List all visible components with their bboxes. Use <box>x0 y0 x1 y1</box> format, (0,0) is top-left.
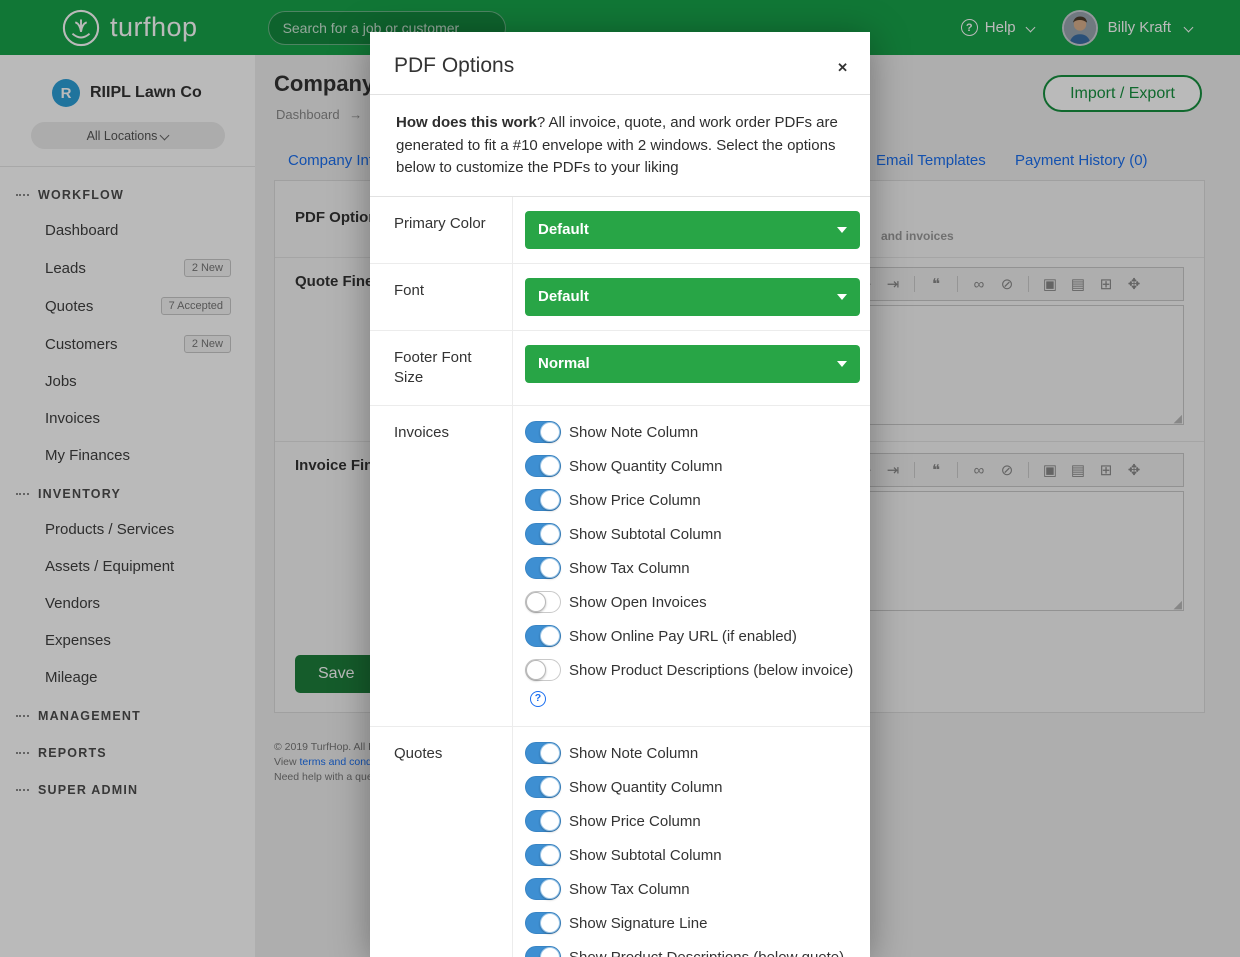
toggle-label: Show Tax Column <box>569 881 690 898</box>
modal-title: PDF Options <box>394 54 514 77</box>
toggle-row: Show Note Column <box>525 421 860 444</box>
toggle-knob <box>540 422 560 442</box>
intro-bold: How does this work <box>396 114 537 131</box>
close-icon[interactable]: ✕ <box>837 60 848 76</box>
selected-value: Normal <box>538 355 590 372</box>
caret-down-icon <box>837 361 847 367</box>
toggle-row: Show Product Descriptions (below quote) … <box>525 946 860 957</box>
quotes-label: Quotes <box>370 727 513 957</box>
toggle-label: Show Price Column <box>569 813 701 830</box>
toggle-row: Show Quantity Column <box>525 776 860 799</box>
toggle-label: Show Note Column <box>569 424 698 441</box>
toggle-knob <box>540 777 560 797</box>
toggle-knob <box>540 490 560 510</box>
app-window: turfhop ? Help Billy Kraft <box>0 0 1240 957</box>
selected-value: Default <box>538 221 589 238</box>
toggle-row: Show Quantity Column <box>525 455 860 478</box>
show-product-descriptions-quote-toggle[interactable] <box>525 946 561 957</box>
toggle-label: Show Quantity Column <box>569 458 722 475</box>
show-quantity-column-toggle[interactable] <box>525 455 561 477</box>
show-tax-column-toggle[interactable] <box>525 878 561 900</box>
toggle-label: Show Quantity Column <box>569 779 722 796</box>
toggle-label: Show Note Column <box>569 745 698 762</box>
toggle-row: Show Online Pay URL (if enabled) <box>525 625 860 648</box>
quotes-row: Quotes Show Note Column Show Quantity Co… <box>370 727 870 957</box>
primary-color-row: Primary Color Default <box>370 197 870 264</box>
toggle-row: Show Open Invoices <box>525 591 860 614</box>
toggle-knob <box>540 845 560 865</box>
show-price-column-toggle[interactable] <box>525 810 561 832</box>
show-tax-column-toggle[interactable] <box>525 557 561 579</box>
toggle-row: Show Subtotal Column <box>525 523 860 546</box>
toggle-row: Show Signature Line <box>525 912 860 935</box>
toggle-label: Show Open Invoices <box>569 594 707 611</box>
caret-down-icon <box>837 294 847 300</box>
toggle-row: Show Price Column <box>525 489 860 512</box>
toggle-knob <box>540 879 560 899</box>
toggle-row: Show Price Column <box>525 810 860 833</box>
toggle-knob <box>540 913 560 933</box>
help-question-icon[interactable]: ? <box>530 691 546 707</box>
show-online-pay-url-toggle[interactable] <box>525 625 561 647</box>
toggle-knob <box>540 558 560 578</box>
toggle-row: Show Tax Column <box>525 557 860 580</box>
invoices-label: Invoices <box>370 406 513 726</box>
toggle-row: Show Product Descriptions (below invoice… <box>525 659 860 707</box>
primary-color-select[interactable]: Default <box>525 211 860 249</box>
primary-color-label: Primary Color <box>370 197 513 263</box>
toggle-label: Show Tax Column <box>569 560 690 577</box>
toggle-label: Show Subtotal Column <box>569 526 722 543</box>
show-note-column-toggle[interactable] <box>525 421 561 443</box>
show-signature-line-toggle[interactable] <box>525 912 561 934</box>
toggle-label: Show Signature Line <box>569 915 707 932</box>
show-quantity-column-toggle[interactable] <box>525 776 561 798</box>
toggle-knob <box>540 743 560 763</box>
toggle-knob <box>540 811 560 831</box>
caret-down-icon <box>837 227 847 233</box>
show-subtotal-column-toggle[interactable] <box>525 523 561 545</box>
toggle-label: Show Subtotal Column <box>569 847 722 864</box>
toggle-knob <box>540 947 560 957</box>
footer-font-size-select[interactable]: Normal <box>525 345 860 383</box>
show-note-column-toggle[interactable] <box>525 742 561 764</box>
toggle-label: Show Online Pay URL (if enabled) <box>569 628 797 645</box>
show-product-descriptions-invoice-toggle[interactable] <box>525 659 561 681</box>
pdf-options-modal: PDF Options ✕ How does this work? All in… <box>370 32 870 957</box>
toggle-row: Show Tax Column <box>525 878 860 901</box>
toggle-label: Show Price Column <box>569 492 701 509</box>
toggle-knob <box>540 626 560 646</box>
toggle-knob <box>526 592 546 612</box>
invoices-row: Invoices Show Note Column Show Quantity … <box>370 406 870 727</box>
footer-font-size-label: Footer Font Size <box>370 331 513 406</box>
show-subtotal-column-toggle[interactable] <box>525 844 561 866</box>
toggle-label: Show Product Descriptions (below invoice… <box>569 662 853 679</box>
show-price-column-toggle[interactable] <box>525 489 561 511</box>
show-open-invoices-toggle[interactable] <box>525 591 561 613</box>
toggle-knob <box>540 456 560 476</box>
toggle-row: Show Subtotal Column <box>525 844 860 867</box>
font-select[interactable]: Default <box>525 278 860 316</box>
font-label: Font <box>370 264 513 330</box>
toggle-row: Show Note Column <box>525 742 860 765</box>
modal-header: PDF Options ✕ <box>370 32 870 95</box>
toggle-knob <box>526 660 546 680</box>
font-row: Font Default <box>370 264 870 331</box>
toggle-label: Show Product Descriptions (below quote) <box>569 949 844 957</box>
footer-font-size-row: Footer Font Size Normal <box>370 331 870 407</box>
selected-value: Default <box>538 288 589 305</box>
toggle-knob <box>540 524 560 544</box>
modal-intro: How does this work? All invoice, quote, … <box>370 95 870 197</box>
